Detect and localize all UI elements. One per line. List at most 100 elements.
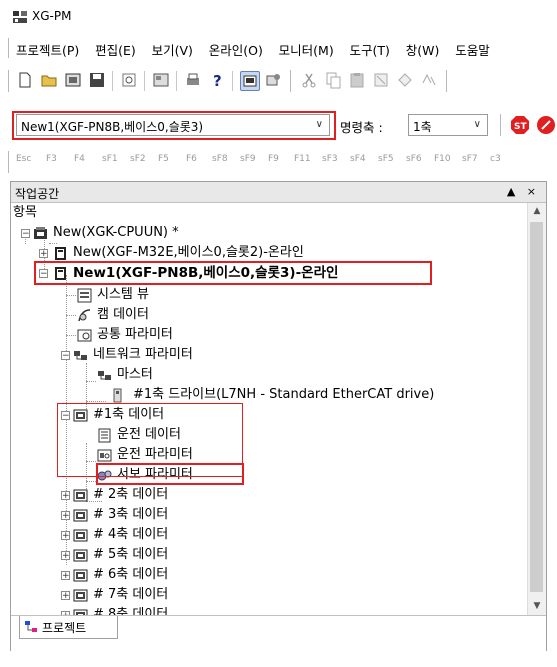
tab-project[interactable]: 프로젝트 xyxy=(19,616,118,639)
panel-controls[interactable]: ▲ × xyxy=(507,185,540,198)
tree-item-axis7-data[interactable]: + # 7축 데이터 xyxy=(11,585,311,605)
scrollbar-thumb[interactable] xyxy=(530,222,543,592)
command-axis-combo[interactable]: 1축 ∨ xyxy=(408,114,488,136)
expand-icon[interactable]: + xyxy=(61,551,70,561)
axis-data-icon xyxy=(73,509,88,522)
fkey-f9[interactable]: F9 xyxy=(268,154,279,164)
menu-window[interactable]: 창(W) xyxy=(406,40,440,59)
tree-root-label: 항목 xyxy=(13,205,37,220)
chevron-down-icon[interactable]: ∨ xyxy=(474,119,481,130)
menu-edit[interactable]: 편집(E) xyxy=(95,40,136,59)
expand-icon[interactable]: + xyxy=(61,571,70,581)
fkey-f6[interactable]: F6 xyxy=(186,154,197,164)
fkey-sf8[interactable]: sF8 xyxy=(212,154,228,164)
tree-item-axis5-data[interactable]: + # 5축 데이터 xyxy=(11,545,311,565)
expand-icon[interactable]: + xyxy=(61,591,70,601)
tree-item-axis2-data[interactable]: + # 2축 데이터 xyxy=(11,485,311,505)
main-toolbar: ? xyxy=(0,66,557,98)
cut-icon[interactable] xyxy=(300,71,318,89)
fkey-sf4[interactable]: sF4 xyxy=(350,154,366,164)
tree-item-label: # 5축 데이터 xyxy=(93,547,169,562)
expand-icon[interactable]: + xyxy=(61,511,70,521)
system-view-icon xyxy=(77,288,92,303)
toolbar-separator xyxy=(112,71,113,91)
tree-item-axis4-data[interactable]: + # 4축 데이터 xyxy=(11,525,311,545)
toolbar-grip xyxy=(8,151,12,173)
fkey-sf7[interactable]: sF7 xyxy=(462,154,478,164)
fkey-sf2[interactable]: sF2 xyxy=(130,154,146,164)
fkey-f5[interactable]: F5 xyxy=(158,154,169,164)
tab-label: 프로젝트 xyxy=(42,621,87,635)
tree-item-label: # 2축 데이터 xyxy=(93,487,169,502)
paste-icon[interactable] xyxy=(348,71,366,89)
menu-help[interactable]: 도움말 xyxy=(455,40,490,59)
clear-icon[interactable] xyxy=(372,71,390,89)
tree-item-label: New(XGK-CPUUN) * xyxy=(53,225,179,240)
svg-text:?: ? xyxy=(213,72,222,89)
help-icon[interactable]: ? xyxy=(208,71,226,89)
tree-item-axis3-data[interactable]: + # 3축 데이터 xyxy=(11,505,311,525)
open-project-icon[interactable] xyxy=(64,71,82,89)
tree-item-system-view[interactable]: 시스템 뷰 xyxy=(11,285,311,305)
workspace-title: 작업공간 xyxy=(15,187,60,201)
collapse-icon[interactable]: − xyxy=(21,229,30,239)
tree-item-label: 공통 파라미터 xyxy=(97,327,173,342)
menu-tools[interactable]: 도구(T) xyxy=(350,40,390,59)
open-folder-icon[interactable] xyxy=(40,71,58,89)
scroll-up-icon[interactable]: ▲ xyxy=(528,203,546,220)
drive-icon xyxy=(113,388,122,403)
vertical-scrollbar[interactable]: ▲ ▼ xyxy=(527,203,546,615)
menu-project[interactable]: 프로젝트(P) xyxy=(16,40,79,59)
fkey-f10[interactable]: F10 xyxy=(434,154,451,164)
fkey-f4[interactable]: F4 xyxy=(74,154,85,164)
fkey-sf6[interactable]: sF6 xyxy=(406,154,422,164)
fkey-sf5[interactable]: sF5 xyxy=(378,154,394,164)
toolbar-grip xyxy=(500,114,504,136)
tree-item-module-m32e[interactable]: + New(XGF-M32E,베이스0,슬롯2)-온라인 xyxy=(11,243,411,263)
scroll-down-icon[interactable]: ▼ xyxy=(528,598,546,615)
print-preview-icon[interactable] xyxy=(120,71,138,89)
fkey-c3[interactable]: c3 xyxy=(490,154,501,164)
fkey-sf9[interactable]: sF9 xyxy=(240,154,256,164)
menu-online[interactable]: 온라인(O) xyxy=(209,40,263,59)
tree-item-label: 네트워크 파라미터 xyxy=(93,347,193,362)
tree-item-axis6-data[interactable]: + # 6축 데이터 xyxy=(11,565,311,585)
fkey-sf3[interactable]: sF3 xyxy=(322,154,338,164)
find-icon[interactable] xyxy=(396,71,414,89)
workspace-panel: 작업공간 ▲ × 항목 − New(XGK-CPUUN) * + New(XGF… xyxy=(10,181,547,651)
menu-view[interactable]: 보기(V) xyxy=(152,40,193,59)
new-file-icon[interactable] xyxy=(16,71,34,89)
save-icon[interactable] xyxy=(88,71,106,89)
tree-item-master[interactable]: 마스터 xyxy=(11,365,311,385)
online-settings-icon[interactable] xyxy=(264,71,282,89)
copy-icon[interactable] xyxy=(324,71,342,89)
stop-icon[interactable]: ST xyxy=(510,115,530,135)
tree-item-common-parameter[interactable]: 공통 파라미터 xyxy=(11,325,311,345)
collapse-icon[interactable]: − xyxy=(61,351,70,361)
layout-icon[interactable] xyxy=(152,71,170,89)
expand-icon[interactable]: + xyxy=(39,249,48,259)
tree-item-axis8-data[interactable]: + # 8축 데이터 xyxy=(11,605,311,615)
menu-monitor[interactable]: 모니터(M) xyxy=(279,40,334,59)
function-key-toolbar: Esc F3 F4 sF1 sF2 F5 F6 sF8 sF9 F9 F11 s… xyxy=(0,148,557,176)
tree-item-network-parameter[interactable]: − 네트워크 파라미터 xyxy=(11,345,311,365)
replace-icon[interactable] xyxy=(420,71,438,89)
emergency-stop-icon[interactable] xyxy=(536,115,556,135)
fkey-f11[interactable]: F11 xyxy=(294,154,311,164)
fkey-f3[interactable]: F3 xyxy=(46,154,57,164)
tree-item-cpu[interactable]: − New(XGK-CPUUN) * xyxy=(11,223,411,243)
tree-item-drive[interactable]: #1축 드라이브(L7NH - Standard EtherCAT drive) xyxy=(11,385,527,405)
tree-item-cam-data[interactable]: 캠 데이터 xyxy=(11,305,311,325)
expand-icon[interactable]: + xyxy=(61,491,70,501)
toolbar-separator xyxy=(232,71,233,91)
command-axis-label: 명령축 : xyxy=(340,120,383,135)
fkey-sf1[interactable]: sF1 xyxy=(102,154,118,164)
toolbar-grip xyxy=(290,70,294,92)
network-icon xyxy=(74,351,87,360)
fkey-esc[interactable]: Esc xyxy=(16,154,31,164)
print-icon[interactable] xyxy=(184,71,202,89)
axis-data-icon xyxy=(73,529,88,542)
window-title: XG-PM xyxy=(32,9,72,23)
expand-icon[interactable]: + xyxy=(61,531,70,541)
connect-icon[interactable] xyxy=(240,71,260,91)
